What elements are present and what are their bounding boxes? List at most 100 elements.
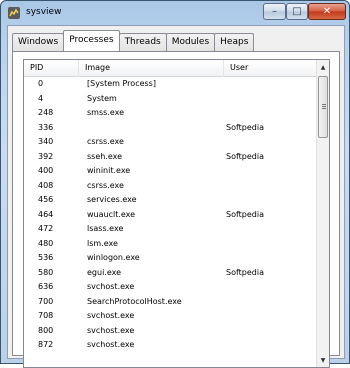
image-cell: smss.exe bbox=[87, 108, 125, 117]
pid-cell: 872 bbox=[38, 340, 54, 349]
user-cell: Softpedia bbox=[226, 267, 264, 277]
image-cell: svchost.exe bbox=[87, 325, 135, 335]
table-row[interactable]: 480 lsm.exe bbox=[24, 237, 318, 252]
table-row[interactable]: 636 svchost.exe bbox=[24, 280, 318, 295]
image-cell: wuauclt.exe bbox=[87, 209, 136, 219]
user-cell bbox=[224, 237, 318, 252]
image-cell: sseh.exe bbox=[87, 151, 123, 161]
user-cell bbox=[224, 164, 318, 179]
table-row[interactable]: 0 [System Process] bbox=[24, 77, 318, 92]
scroll-down-button[interactable]: ▼ bbox=[317, 353, 329, 367]
image-cell: lsm.exe bbox=[87, 238, 118, 248]
user-cell bbox=[224, 251, 318, 266]
user-cell bbox=[224, 280, 318, 295]
user-cell bbox=[224, 193, 318, 208]
pid-cell: 700 bbox=[38, 296, 54, 306]
table-row[interactable]: 392 sseh.exe Softpedia bbox=[24, 150, 318, 165]
tab-modules[interactable]: Modules bbox=[165, 33, 216, 51]
user-cell: Softpedia bbox=[226, 122, 264, 132]
grip-line bbox=[322, 106, 326, 107]
pid-cell: 400 bbox=[38, 166, 54, 175]
image-cell: svchost.exe bbox=[87, 340, 135, 349]
user-cell bbox=[224, 135, 318, 150]
column-header-image[interactable]: Image bbox=[79, 60, 224, 77]
user-cell bbox=[224, 106, 318, 121]
pid-cell: 340 bbox=[38, 137, 54, 146]
grip-line bbox=[322, 108, 326, 109]
table-row[interactable]: 708 svchost.exe bbox=[24, 309, 318, 324]
minimize-icon: – bbox=[272, 5, 277, 17]
user-cell bbox=[224, 77, 318, 92]
image-cell: SearchProtocolHost.exe bbox=[87, 296, 182, 306]
user-cell bbox=[224, 222, 318, 237]
pid-cell: 408 bbox=[38, 180, 54, 190]
scroll-up-icon: ▲ bbox=[320, 63, 326, 71]
pid-cell: 336 bbox=[38, 122, 54, 132]
list-header: PID Image User bbox=[24, 60, 318, 77]
close-icon: ✕ bbox=[322, 5, 332, 17]
table-row[interactable]: 400 wininit.exe bbox=[24, 164, 318, 179]
tab-heaps[interactable]: Heaps bbox=[214, 33, 255, 51]
image-cell: services.exe bbox=[87, 195, 137, 204]
table-row[interactable]: 580 egui.exe Softpedia bbox=[24, 266, 318, 281]
image-cell: [System Process] bbox=[87, 79, 156, 88]
pid-cell: 392 bbox=[38, 151, 54, 161]
pid-cell: 464 bbox=[38, 209, 54, 219]
image-cell: svchost.exe bbox=[87, 311, 135, 320]
process-list[interactable]: PID Image User 0 [System Process] 4 System 2… bbox=[23, 59, 330, 368]
image-cell: egui.exe bbox=[87, 267, 122, 277]
tab-threads[interactable]: Threads bbox=[118, 33, 167, 51]
column-header-pid[interactable]: PID bbox=[24, 60, 79, 77]
table-row[interactable]: 248 smss.exe bbox=[24, 106, 318, 121]
pid-cell: 0 bbox=[38, 79, 44, 88]
pid-cell: 248 bbox=[38, 108, 54, 117]
maximize-button[interactable]: □ bbox=[286, 3, 308, 20]
pid-cell: 472 bbox=[38, 224, 54, 233]
image-cell: csrss.exe bbox=[87, 137, 124, 146]
scroll-thumb[interactable] bbox=[318, 76, 328, 138]
pid-cell: 708 bbox=[38, 311, 54, 320]
scroll-up-button[interactable]: ▲ bbox=[317, 60, 329, 74]
pid-cell: 480 bbox=[38, 238, 54, 248]
image-cell: System bbox=[87, 93, 117, 103]
app-window: sysview – □ ✕ Windows Processes Threads … bbox=[0, 0, 350, 368]
image-cell: csrss.exe bbox=[87, 180, 124, 190]
image-cell: svchost.exe bbox=[87, 282, 135, 291]
column-header-user[interactable]: User bbox=[224, 60, 318, 77]
table-row[interactable]: 464 wuauclt.exe Softpedia bbox=[24, 208, 318, 223]
pid-cell: 800 bbox=[38, 325, 54, 335]
user-cell bbox=[224, 309, 318, 324]
user-cell bbox=[224, 324, 318, 339]
processes-panel: PID Image User 0 [System Process] 4 System 2… bbox=[12, 51, 340, 368]
close-button[interactable]: ✕ bbox=[308, 3, 346, 20]
table-row[interactable]: 536 winlogon.exe bbox=[24, 251, 318, 266]
user-cell bbox=[224, 295, 318, 310]
pid-cell: 580 bbox=[38, 267, 54, 277]
title-bar[interactable]: sysview – □ ✕ bbox=[1, 1, 349, 25]
scroll-down-icon: ▼ bbox=[320, 356, 326, 364]
tab-processes[interactable]: Processes bbox=[63, 30, 120, 51]
table-row[interactable]: 340 csrss.exe bbox=[24, 135, 318, 150]
table-row[interactable]: 872 svchost.exe bbox=[24, 338, 318, 353]
pid-cell: 4 bbox=[38, 93, 44, 103]
table-row[interactable]: 800 svchost.exe bbox=[24, 324, 318, 339]
table-row[interactable]: 336 Softpedia bbox=[24, 121, 318, 136]
table-row[interactable]: 4 System bbox=[24, 92, 318, 107]
user-cell: Softpedia bbox=[226, 151, 264, 161]
vertical-scrollbar[interactable]: ▲ ▼ bbox=[316, 60, 329, 367]
image-cell: wininit.exe bbox=[87, 166, 131, 175]
process-rows: 0 [System Process] 4 System 248 smss.exe 336 So… bbox=[24, 77, 318, 353]
tab-windows[interactable]: Windows bbox=[12, 33, 65, 51]
table-row[interactable]: 700 SearchProtocolHost.exe bbox=[24, 295, 318, 310]
grip-line bbox=[322, 104, 326, 105]
image-cell: winlogon.exe bbox=[87, 253, 140, 262]
table-row[interactable]: 472 lsass.exe bbox=[24, 222, 318, 237]
table-row[interactable]: 456 services.exe bbox=[24, 193, 318, 208]
table-row[interactable]: 408 csrss.exe bbox=[24, 179, 318, 194]
minimize-button[interactable]: – bbox=[263, 3, 286, 20]
app-icon bbox=[8, 7, 20, 19]
user-cell bbox=[224, 179, 318, 194]
user-cell bbox=[224, 338, 318, 353]
maximize-icon: □ bbox=[292, 5, 302, 17]
pid-cell: 636 bbox=[38, 282, 54, 291]
